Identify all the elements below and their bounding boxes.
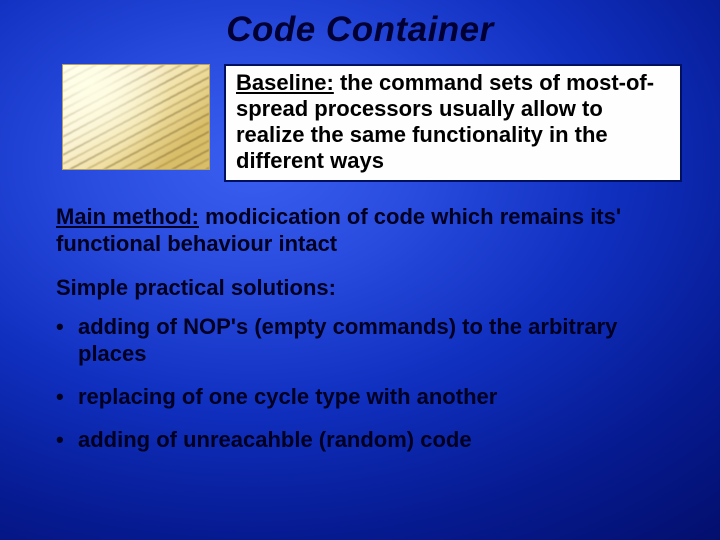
baseline-box: Baseline: the command sets of most-of-sp…	[224, 64, 682, 182]
binary-code-image	[62, 64, 210, 170]
body-content: Main method: modicication of code which …	[0, 182, 720, 454]
solutions-title: Simple practical solutions:	[56, 275, 682, 302]
bullet-list: adding of NOP's (empty commands) to the …	[56, 314, 682, 453]
list-item: adding of NOP's (empty commands) to the …	[56, 314, 682, 368]
main-method-label: Main method:	[56, 204, 199, 229]
baseline-label: Baseline:	[236, 70, 334, 95]
list-item: adding of unreacahble (random) code	[56, 427, 682, 454]
image-glow	[63, 65, 209, 169]
slide-title: Code Container	[0, 0, 720, 50]
slide: Code Container Baseline: the command set…	[0, 0, 720, 540]
list-item: replacing of one cycle type with another	[56, 384, 682, 411]
top-row: Baseline: the command sets of most-of-sp…	[0, 50, 720, 182]
main-method: Main method: modicication of code which …	[56, 204, 682, 258]
